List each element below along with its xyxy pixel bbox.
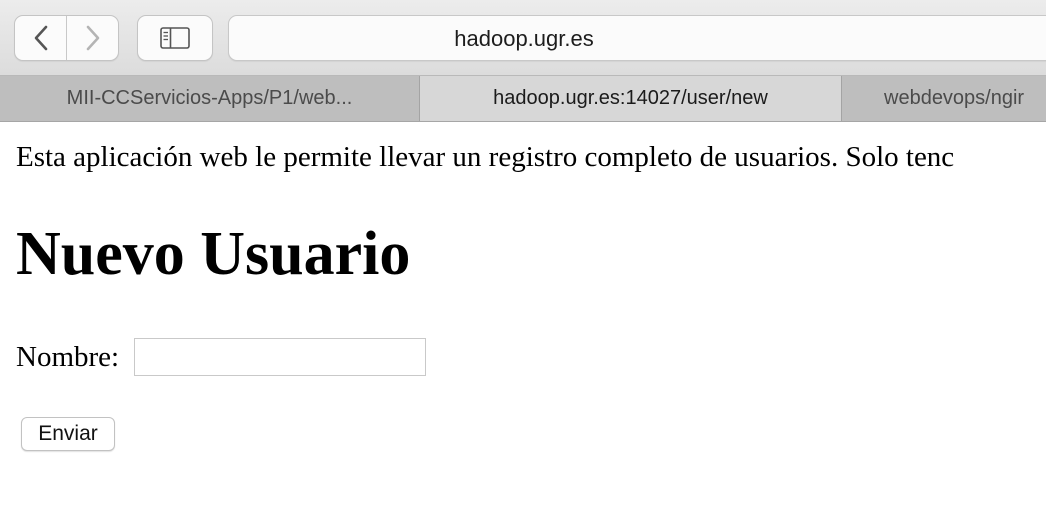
submit-button[interactable]: Enviar xyxy=(21,417,115,451)
name-input[interactable] xyxy=(134,338,426,376)
tab-bar: MII-CCServicios-Apps/P1/web... hadoop.ug… xyxy=(0,76,1046,122)
tab-webdevops[interactable]: webdevops/ngir xyxy=(842,76,1046,121)
intro-text: Esta aplicación web le permite llevar un… xyxy=(16,141,955,173)
tab-github-repo[interactable]: MII-CCServicios-Apps/P1/web... xyxy=(0,76,420,121)
address-bar[interactable]: hadoop.ugr.es xyxy=(228,15,1046,61)
address-text: hadoop.ugr.es xyxy=(454,26,594,51)
browser-toolbar: hadoop.ugr.es xyxy=(0,0,1046,76)
page-content: Esta aplicación web le permite llevar un… xyxy=(0,122,1046,508)
name-label: Nombre: xyxy=(16,341,120,373)
tab-user-new[interactable]: hadoop.ugr.es:14027/user/new xyxy=(420,76,842,121)
page-title: Nuevo Usuario xyxy=(16,220,411,288)
